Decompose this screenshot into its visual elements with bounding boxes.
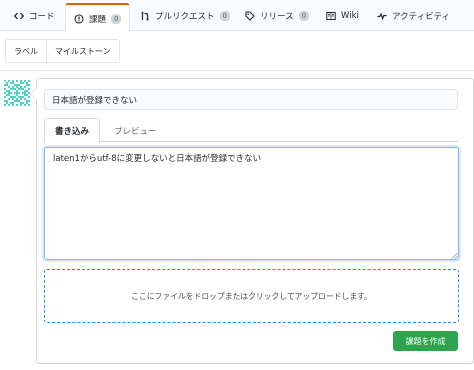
tab-releases[interactable]: リリース 0 [245,0,310,31]
tab-code[interactable]: コード [14,0,55,31]
issues-count-badge: 0 [111,13,122,24]
repo-tab-bar: コード 課題 0 プルリクエスト 0 リリース 0 Wiki アクティビティ [0,0,474,32]
dropzone-text: ここにファイルをドロップまたはクリックしてアップロードします。 [131,291,372,301]
tab-write[interactable]: 書き込み [44,118,101,143]
tab-issues[interactable]: 課題 0 [65,3,131,32]
tab-code-label: コード [29,11,55,22]
tab-preview[interactable]: プレビュー [104,118,167,143]
tab-releases-label: リリース [260,11,294,22]
tab-pull-requests[interactable]: プルリクエスト 0 [140,0,230,31]
tab-pull-requests-label: プルリクエスト [155,11,215,22]
divider [0,70,474,71]
book-icon [326,11,336,21]
pull-requests-count-badge: 0 [219,10,230,21]
pulse-icon [377,11,387,21]
releases-count-badge: 0 [298,10,310,21]
tag-icon [245,10,255,21]
milestones-button[interactable]: マイルストーン [46,40,119,62]
create-issue-button[interactable]: 課題を作成 [393,331,458,351]
resize-handle-icon[interactable] [451,252,458,259]
tab-wiki-label: Wiki [341,10,359,21]
labels-button[interactable]: ラベル [6,40,46,62]
tab-activity-label: アクティビティ [392,11,451,22]
file-dropzone[interactable]: ここにファイルをドロップまたはクリックしてアップロードします。 [44,269,459,323]
avatar [4,80,30,106]
tab-activity[interactable]: アクティビティ [377,0,450,31]
tab-wiki[interactable]: Wiki [326,0,359,31]
issue-body-textarea[interactable]: laten1からutf-8に変更しないと日本語が登録できない [44,147,459,260]
code-icon [14,11,24,21]
issue-title-input[interactable] [44,89,458,110]
issue-icon [74,13,84,24]
editor-tabs: 書き込み プレビュー [44,118,459,143]
labels-milestones-nav: ラベル マイルストーン [5,39,120,63]
pull-request-icon [140,11,150,21]
tab-issues-label: 課題 [89,14,107,25]
